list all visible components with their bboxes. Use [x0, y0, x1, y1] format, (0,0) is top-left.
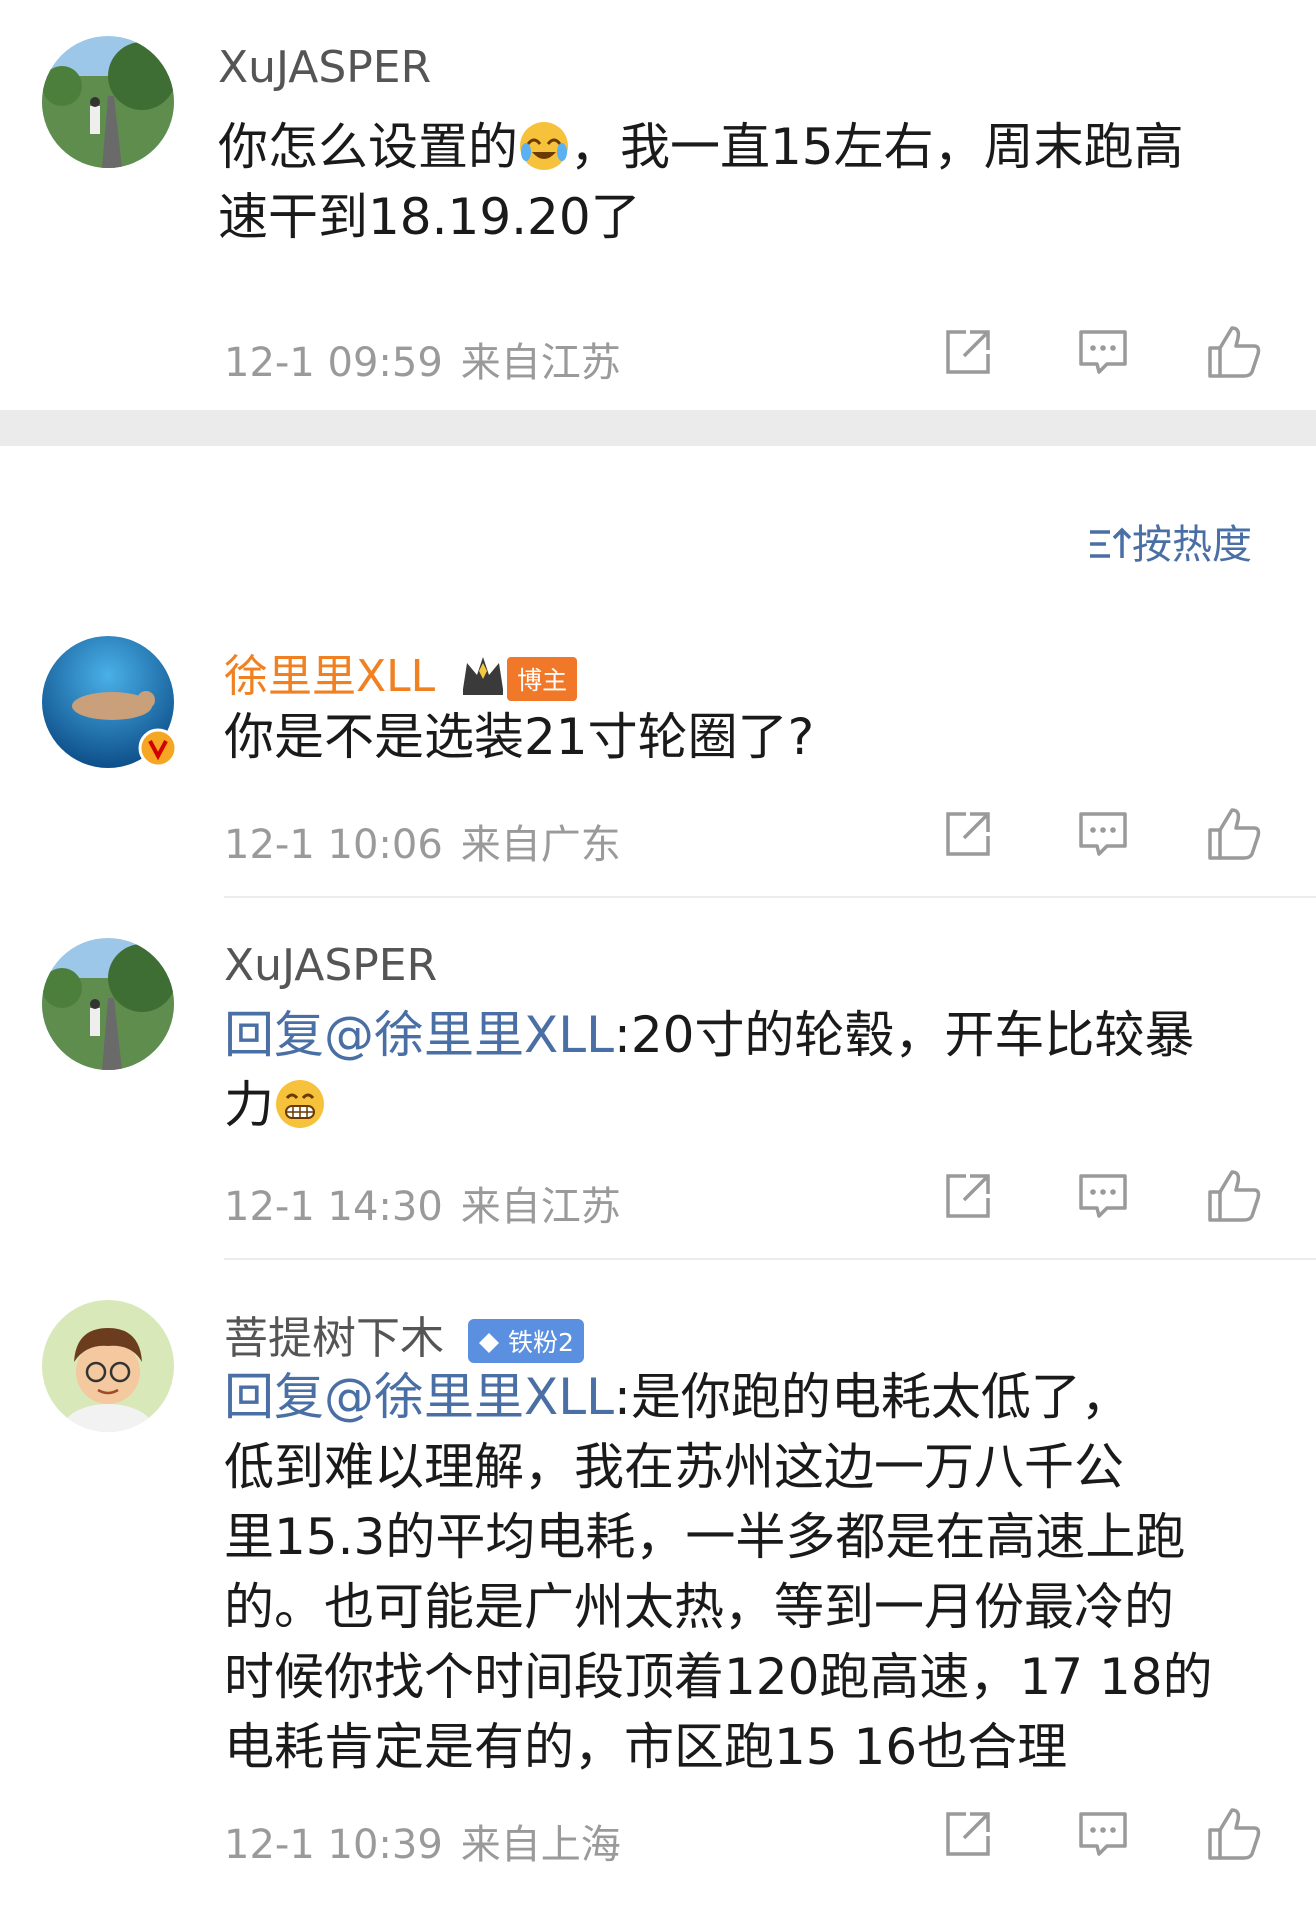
timestamp: 12-1 10:06: [224, 822, 443, 868]
comment-button[interactable]: [1075, 1806, 1131, 1862]
divider: [224, 1258, 1316, 1260]
username-text: 菩提树下木: [224, 1313, 444, 1364]
comment-icon: [1079, 330, 1127, 374]
like-button[interactable]: [1206, 806, 1262, 862]
like-icon: [1208, 326, 1261, 378]
crown-icon: [459, 653, 507, 708]
comment-text-line: 力: [224, 1070, 326, 1140]
section-separator: [0, 410, 1316, 446]
avatar[interactable]: [42, 938, 174, 1070]
timestamp: 12-1 14:30: [224, 1184, 443, 1230]
comment-text-part: 力: [224, 1076, 274, 1134]
comment-icon: [1079, 1812, 1127, 1856]
share-button[interactable]: [940, 1806, 996, 1862]
comment-text-line: 的。也可能是广州太热，等到一月份最冷的: [224, 1578, 1174, 1636]
comment-text-line: 回复@徐里里XLL:是你跑的电耗太低了，: [224, 1362, 1131, 1432]
username[interactable]: XuJASPER: [218, 42, 431, 93]
verified-icon: [138, 728, 178, 768]
like-icon: [1208, 1170, 1261, 1222]
comment-text-line: 速干到18.19.20了: [218, 188, 641, 246]
comment-icon: [1079, 812, 1127, 856]
comment-meta: 12-1 10:06 来自广东: [224, 812, 621, 870]
diamond-icon: [479, 1333, 499, 1353]
comment-text-part: ，我一直15左右，周末跑高: [570, 118, 1184, 176]
username[interactable]: XuJASPER: [224, 940, 437, 991]
location: 来自上海: [460, 1822, 621, 1868]
comment-text-part: :是你跑的电耗太低了，: [613, 1368, 1131, 1426]
comment-meta: 12-1 10:39 来自上海: [224, 1812, 621, 1870]
comment-text-part: 你怎么设置的: [218, 118, 518, 176]
location: 来自江苏: [460, 1184, 621, 1230]
sort-by-hot-button[interactable]: 按热度: [1088, 512, 1252, 570]
share-icon: [946, 1174, 990, 1218]
mention-link[interactable]: 回复@徐里里XLL: [224, 1006, 614, 1064]
share-button[interactable]: [940, 806, 996, 862]
comment-text-line: 你是不是选装21寸轮圈了?: [224, 708, 815, 766]
comment-text-line: 你怎么设置的 ，我一直15左右，周末跑高: [218, 112, 1184, 182]
location: 来自江苏: [460, 340, 621, 386]
like-button[interactable]: [1206, 1806, 1262, 1862]
username-text: 徐里里XLL: [224, 651, 436, 702]
fan-badge-label: 铁粉2: [507, 1328, 574, 1357]
location: 来自广东: [460, 822, 621, 868]
username[interactable]: 菩提树下木 铁粉2: [224, 1302, 584, 1366]
avatar[interactable]: [42, 36, 174, 168]
like-button[interactable]: [1206, 324, 1262, 380]
avatar[interactable]: [42, 636, 178, 768]
comment-button[interactable]: [1075, 806, 1131, 862]
sort-icon: [1090, 527, 1132, 558]
share-icon: [946, 330, 990, 374]
comment-button[interactable]: [1075, 1168, 1131, 1224]
comment-text-part: :20寸的轮毂，开车比较暴: [613, 1006, 1195, 1064]
mention-link[interactable]: 回复@徐里里XLL: [224, 1368, 614, 1426]
share-button[interactable]: [940, 324, 996, 380]
comment-meta: 12-1 14:30 来自江苏: [224, 1174, 621, 1232]
comment-text-line: 里15.3的平均电耗，一半多都是在高速上跑: [224, 1508, 1186, 1566]
comment-icon: [1079, 1174, 1127, 1218]
comment-text-line: 回复@徐里里XLL:20寸的轮毂，开车比较暴: [224, 1000, 1194, 1070]
avatar[interactable]: [42, 1300, 174, 1432]
like-button[interactable]: [1206, 1168, 1262, 1224]
blogger-badge: 博主: [507, 657, 578, 701]
comment-text-line: 低到难以理解，我在苏州这边一万八千公: [224, 1438, 1124, 1496]
comment-text-line: 时候你找个时间段顶着120跑高速，17 18的: [224, 1648, 1213, 1706]
timestamp: 12-1 10:39: [224, 1822, 443, 1868]
comment-text-line: 电耗肯定是有的，市区跑15 16也合理: [224, 1718, 1068, 1776]
comment-button[interactable]: [1075, 324, 1131, 380]
like-icon: [1208, 1808, 1261, 1860]
share-icon: [946, 812, 990, 856]
like-icon: [1208, 808, 1261, 860]
divider: [224, 896, 1316, 898]
fan-badge: 铁粉2: [468, 1319, 584, 1363]
grin-emoji-icon: [274, 1078, 326, 1130]
laugh-cry-emoji-icon: [518, 120, 570, 172]
username[interactable]: 徐里里XLL 博主: [224, 640, 578, 708]
timestamp: 12-1 09:59: [224, 340, 443, 386]
share-icon: [946, 1812, 990, 1856]
sort-label: 按热度: [1132, 522, 1252, 568]
comment-meta: 12-1 09:59 来自江苏: [224, 330, 621, 388]
share-button[interactable]: [940, 1168, 996, 1224]
